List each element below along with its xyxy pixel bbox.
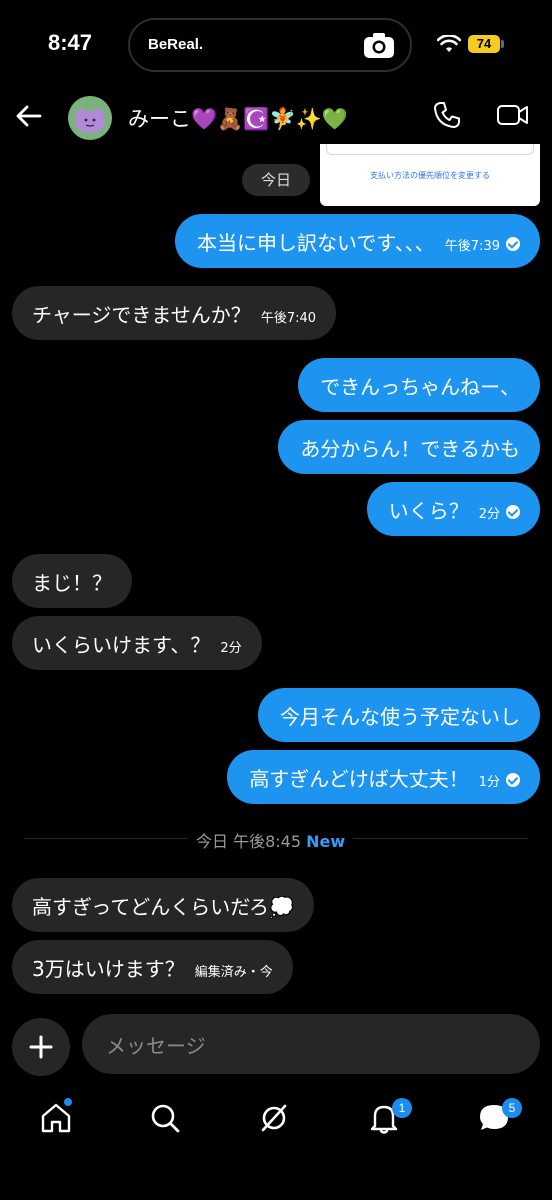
camera-icon <box>364 33 394 58</box>
message-meta: 1分 <box>479 771 520 790</box>
message-time: 午後7:39 <box>444 238 500 254</box>
message-text: 3万はいけます？ <box>32 956 185 981</box>
message-text: いくら？ <box>388 498 469 523</box>
message-text: 高すぎんどけば大丈夫！ <box>249 766 469 791</box>
messages-badge: 5 <box>502 1098 522 1118</box>
island-app-name: BeReal. <box>148 36 204 53</box>
message-text: あ分からん！できるかも <box>300 436 520 461</box>
new-messages-label: 今日 午後8:45 New <box>188 828 354 852</box>
status-time: 8:47 <box>48 30 93 55</box>
message-text: 本当に申し訳ないです、、、 <box>196 230 435 255</box>
message-text: まじ！？ <box>32 570 112 595</box>
message-bubble-incoming[interactable]: チャージできませんか？ 午後7:40 <box>12 286 337 340</box>
avatar[interactable] <box>68 96 112 140</box>
message-time: 2分 <box>478 506 500 522</box>
notifications-badge: 1 <box>392 1098 412 1118</box>
message-bubble-outgoing[interactable]: あ分からん！できるかも <box>278 420 540 474</box>
message-input[interactable]: メッセージ <box>82 1014 540 1074</box>
new-indicator: New <box>306 832 346 851</box>
message-bubble-outgoing[interactable]: 本当に申し訳ないです、、、 午後7:39 <box>174 214 540 268</box>
message-bubble-incoming[interactable]: いくらいけます、？ 2分 <box>12 616 262 670</box>
preview-frame <box>326 144 534 155</box>
message-bubble-incoming[interactable]: 高すぎってどんくらいだろ💭 <box>12 878 314 932</box>
add-attachment-button[interactable] <box>12 1018 70 1076</box>
wifi-icon <box>437 35 461 52</box>
explore-icon[interactable] <box>256 1100 292 1136</box>
message-text: 高すぎってどんくらいだろ💭 <box>32 894 294 919</box>
ditto-avatar-icon <box>75 109 105 133</box>
home-unread-dot <box>64 1098 72 1106</box>
divider-timestamp: 今日 午後8:45 <box>196 832 302 851</box>
message-bubble-outgoing[interactable]: 高すぎんどけば大丈夫！ 1分 <box>227 750 540 804</box>
date-separator: 今日 <box>242 164 310 196</box>
message-bubble-outgoing[interactable]: 今月そんな使う予定ないし <box>258 688 540 742</box>
dynamic-island[interactable]: BeReal. <box>128 18 412 72</box>
back-arrow-icon[interactable] <box>14 102 42 130</box>
message-bubble-outgoing[interactable]: できんっちゃんねー、 <box>298 358 540 412</box>
message-text: 今月そんな使う予定ないし <box>280 704 520 729</box>
message-meta: 午後7:39 <box>445 235 520 254</box>
battery-tip <box>501 40 504 48</box>
battery-level: 74 <box>468 35 500 53</box>
message-bubble-incoming[interactable]: 3万はいけます？ 編集済み・今 <box>12 940 293 994</box>
read-check-icon <box>506 237 520 251</box>
read-check-icon <box>506 773 520 787</box>
message-bubble-incoming[interactable]: まじ！？ <box>12 554 132 608</box>
message-time: 1分 <box>478 774 500 790</box>
shared-screenshot-preview[interactable]: 支払い方法の優先順位を変更する <box>320 144 540 206</box>
message-bubble-outgoing[interactable]: いくら？ 2分 <box>366 482 540 536</box>
message-time: 午後7:40 <box>260 310 317 326</box>
search-icon[interactable] <box>147 1100 183 1136</box>
message-text: チャージできませんか？ <box>32 302 251 327</box>
message-status: 編集済み・今 <box>194 964 273 980</box>
video-call-icon[interactable] <box>496 100 530 130</box>
read-check-icon <box>506 505 520 519</box>
message-meta: 2分 <box>479 503 520 522</box>
message-time: 2分 <box>220 640 242 656</box>
chat-title[interactable]: みーこ💜🧸☪️🧚✨💚 <box>128 103 348 133</box>
plus-icon <box>29 1035 53 1059</box>
message-text: いくらいけます、？ <box>32 632 211 657</box>
phone-icon[interactable] <box>432 100 462 130</box>
preview-link-text: 支払い方法の優先順位を変更する <box>370 171 490 180</box>
message-text: できんっちゃんねー、 <box>320 374 520 399</box>
